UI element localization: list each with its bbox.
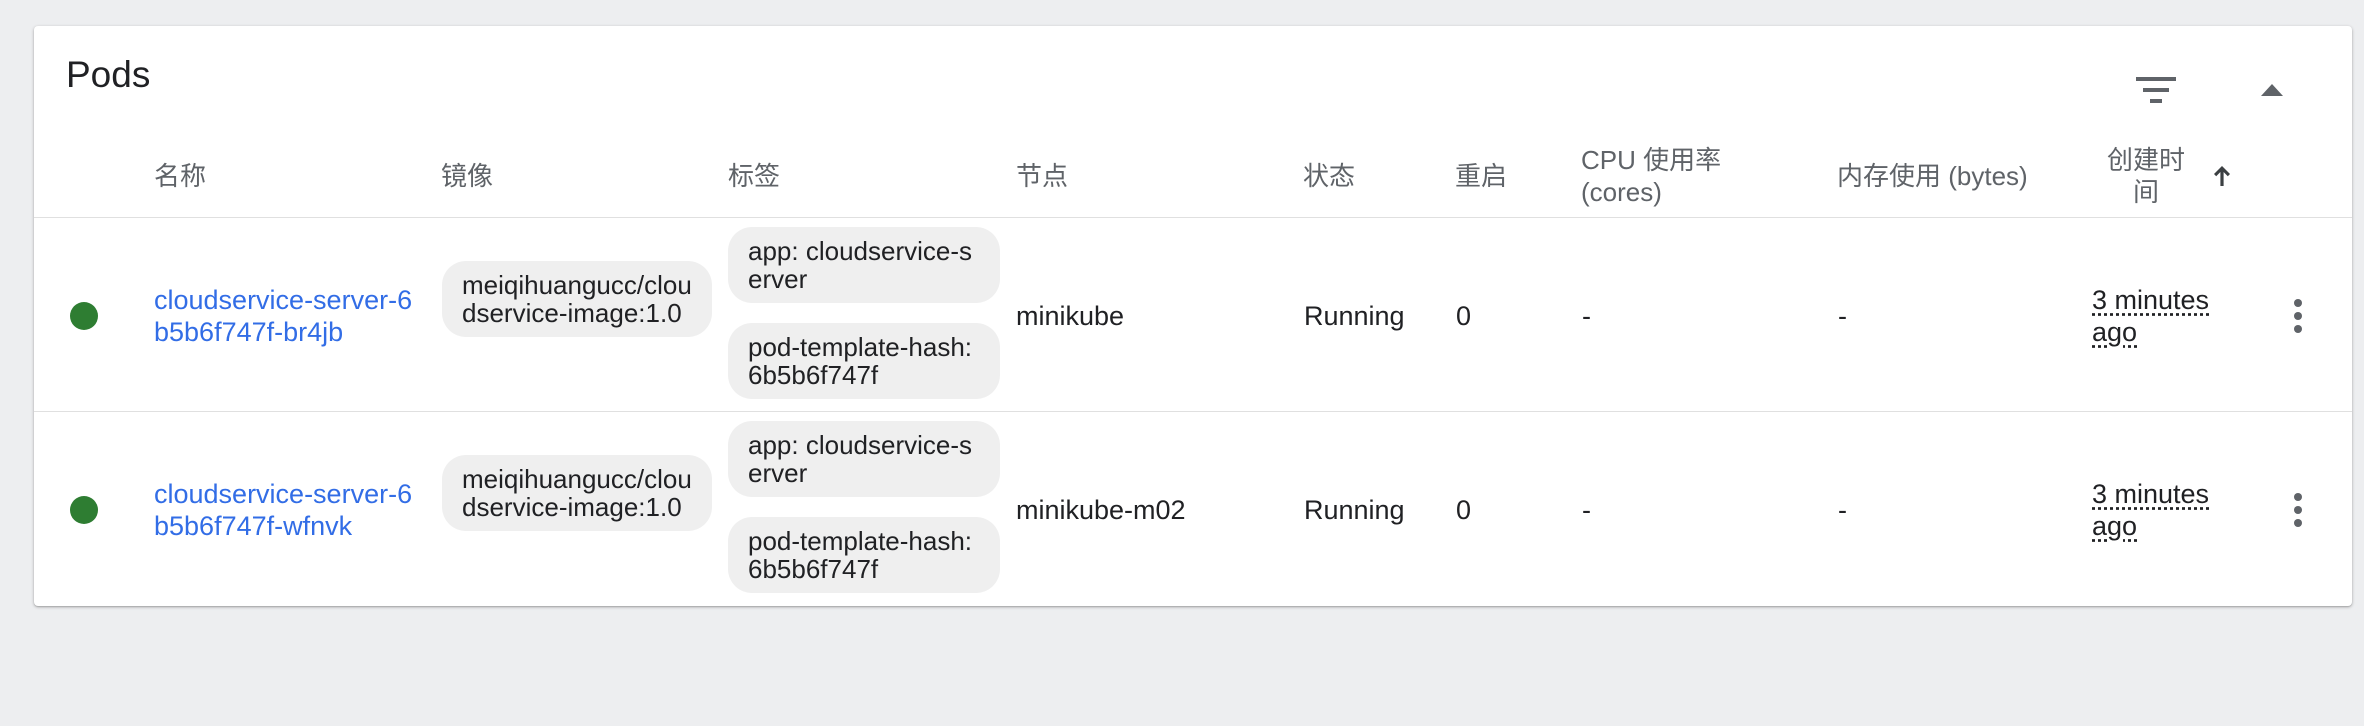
column-header-status[interactable]: 状态: [1303, 160, 1355, 192]
node-cell: minikube: [1016, 301, 1125, 331]
arrow-up-icon: [2214, 166, 2230, 186]
table-row: cloudservice-server-6b5b6f747f-wfnvk mei…: [34, 412, 2352, 605]
node-cell: minikube-m02: [1016, 495, 1186, 525]
cpu-cell: -: [1582, 495, 1591, 525]
status-dot-icon: [70, 302, 98, 330]
restarts-cell: 0: [1456, 301, 1472, 331]
status-cell: Running: [1304, 495, 1405, 525]
label-chip: pod-template-hash: 6b5b6f747f: [728, 517, 1000, 593]
created-age: 3 minutes ago: [2092, 479, 2210, 541]
sort-button[interactable]: [2208, 162, 2236, 190]
more-vert-icon[interactable]: [2278, 288, 2318, 344]
column-header-name[interactable]: 名称: [154, 160, 206, 192]
label-chip: app: cloudservice-server: [728, 421, 1000, 497]
memory-cell: -: [1838, 301, 1847, 331]
restarts-cell: 0: [1456, 495, 1472, 525]
filter-button[interactable]: [2128, 62, 2184, 118]
pod-name-link[interactable]: cloudservice-server-6b5b6f747f-wfnvk: [154, 478, 414, 542]
image-chip: meiqihuangucc/cloudservice-image:1.0: [442, 261, 712, 337]
memory-cell: -: [1838, 495, 1847, 525]
column-header-node[interactable]: 节点: [1016, 160, 1068, 192]
status-cell: Running: [1304, 301, 1405, 331]
column-header-cpu[interactable]: CPU 使用率 (cores): [1581, 144, 1751, 208]
column-header-restarts[interactable]: 重启: [1455, 160, 1507, 192]
column-header-created[interactable]: 创建时间: [2100, 144, 2192, 208]
chevron-up-icon: [2261, 84, 2283, 96]
column-header-memory[interactable]: 内存使用 (bytes): [1837, 160, 2028, 192]
card-title: Pods: [66, 54, 151, 95]
label-chip: pod-template-hash: 6b5b6f747f: [728, 323, 1000, 399]
created-age: 3 minutes ago: [2092, 285, 2210, 347]
label-chip: app: cloudservice-server: [728, 227, 1000, 303]
more-vert-icon[interactable]: [2278, 482, 2318, 538]
cpu-cell: -: [1582, 301, 1591, 331]
column-header-labels[interactable]: 标签: [728, 160, 780, 192]
table-row: cloudservice-server-6b5b6f747f-br4jb mei…: [34, 218, 2352, 411]
column-header-image[interactable]: 镜像: [441, 160, 493, 192]
pod-name-link[interactable]: cloudservice-server-6b5b6f747f-br4jb: [154, 284, 414, 348]
filter-icon: [2136, 77, 2176, 103]
status-dot-icon: [70, 496, 98, 524]
pods-card: Pods 名称 镜像 标签 节点 状态 重启 CPU 使用率 (cores) 内…: [34, 26, 2352, 606]
image-chip: meiqihuangucc/cloudservice-image:1.0: [442, 455, 712, 531]
collapse-button[interactable]: [2244, 62, 2300, 118]
